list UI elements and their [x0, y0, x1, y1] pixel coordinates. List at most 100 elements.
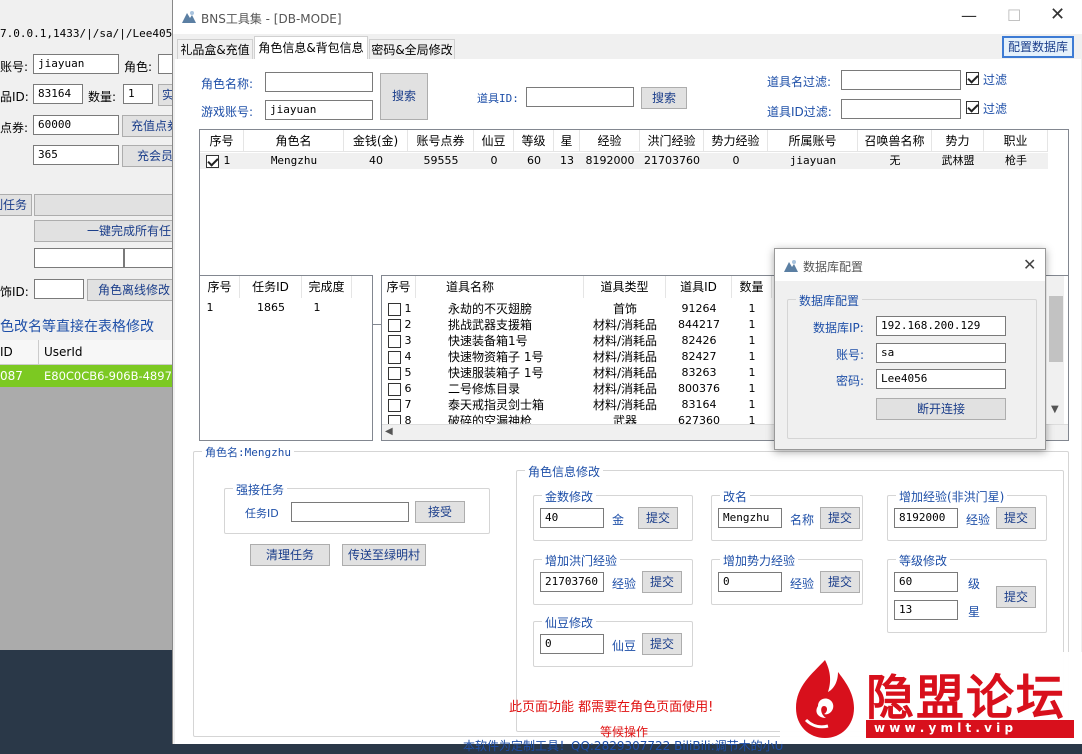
title-bar[interactable]: BNS工具集 - [DB-MODE] — ☐ ✕	[173, 0, 1082, 34]
item-cell: 永劫的不灭翅膀	[448, 302, 533, 316]
item-id-input[interactable]	[526, 87, 634, 107]
item-th-3[interactable]: 道具ID	[666, 276, 732, 298]
exp-input[interactable]: 8192000	[894, 508, 958, 528]
close-icon[interactable]: ✕	[1050, 4, 1065, 25]
bg-vip-button[interactable]: 充会员	[122, 145, 178, 167]
tab-role-bag[interactable]: 角色信息&背包信息	[254, 36, 368, 60]
accept-task-button[interactable]: 接受	[415, 501, 465, 523]
item-row-checkbox[interactable]	[388, 302, 401, 316]
role-th-6[interactable]: 星	[554, 130, 580, 152]
db-dialog-close-icon[interactable]: ✕	[1023, 255, 1036, 274]
db-dialog-titlebar[interactable]: 数据库配置 ✕	[775, 249, 1045, 281]
item-row-checkbox[interactable]	[388, 318, 401, 332]
task-th-1[interactable]: 任务ID	[240, 276, 302, 298]
item-row-checkbox[interactable]	[388, 382, 401, 396]
task-th-2[interactable]: 完成度	[302, 276, 352, 298]
item-th-4[interactable]: 数量	[732, 276, 772, 298]
bg-itemid-input[interactable]: 83164	[33, 84, 83, 104]
table-row[interactable]: 7 泰天戒指灵剑士箱 材料/消耗品 83164 1	[382, 397, 782, 413]
rename-input[interactable]: Mengzhu	[718, 508, 782, 528]
minimize-icon[interactable]: —	[961, 6, 977, 25]
money-submit-button[interactable]: 提交	[638, 507, 678, 529]
bg-task-button[interactable]: 制任务	[0, 194, 32, 216]
bg-points-input[interactable]: 60000	[33, 115, 119, 135]
bg-recharge-button[interactable]: 充值点券	[122, 115, 178, 137]
table-row[interactable]: 5 快速服装箱子 1号 材料/消耗品 83263 1	[382, 365, 782, 381]
db-account-input[interactable]: sa	[876, 343, 1006, 363]
scroll-down-icon[interactable]: ▼	[1051, 404, 1059, 415]
item-id-filter-checkbox[interactable]	[966, 100, 979, 114]
maximize-icon[interactable]: ☐	[1007, 6, 1021, 25]
table-row[interactable]: 6 二号修炼目录 材料/消耗品 800376 1	[382, 381, 782, 397]
game-account-input[interactable]: jiayuan	[265, 100, 373, 120]
bg-decor-input[interactable]	[34, 279, 84, 299]
bg-blank-input-1[interactable]	[34, 248, 124, 268]
item-th-1[interactable]: 道具名称	[416, 276, 584, 298]
level-submit-button[interactable]: 提交	[996, 586, 1036, 608]
hm-exp-input[interactable]: 21703760	[540, 572, 604, 592]
role-th-10[interactable]: 所属账号	[768, 130, 858, 152]
bg-account-input[interactable]: jiayuan	[33, 54, 119, 74]
bg-wide-button[interactable]	[34, 194, 184, 216]
role-th-7[interactable]: 经验	[580, 130, 640, 152]
role-th-2[interactable]: 金钱(金)	[344, 130, 408, 152]
role-th-13[interactable]: 职业	[984, 130, 1048, 152]
item-table-vscrollbar[interactable]: ▼	[1046, 276, 1064, 424]
bg-complete-all-button[interactable]: 一键完成所有任	[34, 220, 184, 242]
bean-input[interactable]: 0	[540, 634, 604, 654]
star-input[interactable]: 13	[894, 600, 958, 620]
clear-task-button[interactable]: 清理任务	[250, 544, 330, 566]
role-th-9[interactable]: 势力经验	[704, 130, 768, 152]
item-name-filter-checkbox[interactable]	[966, 71, 979, 85]
table-row[interactable]: 3 快速装备箱1号 材料/消耗品 82426 1	[382, 333, 782, 349]
item-row-checkbox[interactable]	[388, 334, 401, 348]
role-th-3[interactable]: 账号点券	[408, 130, 474, 152]
force-exp-input[interactable]: 0	[718, 572, 782, 592]
bg-offline-button[interactable]: 角色离线修改	[87, 279, 182, 301]
role-th-5[interactable]: 等级	[514, 130, 554, 152]
role-th-4[interactable]: 仙豆	[474, 130, 514, 152]
item-search-button[interactable]: 搜索	[641, 87, 687, 109]
table-row[interactable]: 1 1865 1	[200, 300, 372, 316]
bean-submit-button[interactable]: 提交	[642, 633, 682, 655]
task-th-0[interactable]: 序号	[200, 276, 240, 298]
item-th-2[interactable]: 道具类型	[584, 276, 666, 298]
role-th-0[interactable]: 序号	[200, 130, 244, 152]
table-row[interactable]: 1 永劫的不灭翅膀 首饰 91264 1	[382, 301, 782, 317]
db-ip-input[interactable]: 192.168.200.129	[876, 316, 1006, 336]
table-row[interactable]: 4 快速物资箱子 1号 材料/消耗品 82427 1	[382, 349, 782, 365]
tab-password-global[interactable]: 密码&全局修改	[369, 39, 455, 60]
exp-submit-button[interactable]: 提交	[996, 507, 1036, 529]
force-exp-submit-button[interactable]: 提交	[820, 571, 860, 593]
money-input[interactable]: 40	[540, 508, 604, 528]
level-input[interactable]: 60	[894, 572, 958, 592]
role-th-8[interactable]: 洪门经验	[640, 130, 704, 152]
item-th-0[interactable]: 序号	[382, 276, 416, 298]
role-th-1[interactable]: 角色名	[244, 130, 344, 152]
bg-vip-input[interactable]: 365	[33, 145, 119, 165]
role-name-input[interactable]	[265, 72, 373, 92]
item-name-filter-input[interactable]	[841, 70, 961, 90]
item-id-filter-input[interactable]	[841, 99, 961, 119]
disconnect-button[interactable]: 断开连接	[876, 398, 1006, 420]
hm-exp-submit-button[interactable]: 提交	[642, 571, 682, 593]
bg-grid-row[interactable]: 087 E80C0CB6-906B-4897	[0, 365, 172, 387]
bg-qty-input[interactable]: 1	[123, 84, 153, 104]
role-search-button[interactable]: 搜索	[380, 73, 428, 120]
item-row-checkbox[interactable]	[388, 398, 401, 412]
task-id-input[interactable]	[291, 502, 409, 522]
db-password-input[interactable]: Lee4056	[876, 369, 1006, 389]
rename-submit-button[interactable]: 提交	[820, 507, 860, 529]
vscroll-thumb[interactable]	[1049, 296, 1063, 362]
item-row-checkbox[interactable]	[388, 350, 401, 364]
teleport-button[interactable]: 传送至绿明村	[342, 544, 426, 566]
item-row-checkbox[interactable]	[388, 366, 401, 380]
config-db-button[interactable]: 配置数据库	[1002, 36, 1074, 58]
role-row-checkbox[interactable]	[206, 154, 219, 168]
role-th-11[interactable]: 召唤兽名称	[858, 130, 932, 152]
table-row[interactable]: 2 挑战武器支援箱 材料/消耗品 844217 1	[382, 317, 782, 333]
scroll-left-icon[interactable]: ◀	[385, 426, 393, 437]
role-th-12[interactable]: 势力	[932, 130, 984, 152]
tab-gift-recharge[interactable]: 礼品盒&充值	[177, 39, 253, 60]
table-row[interactable]: 1 Mengzhu 40 59555 0 60 13 8192000 21703…	[200, 153, 1048, 169]
